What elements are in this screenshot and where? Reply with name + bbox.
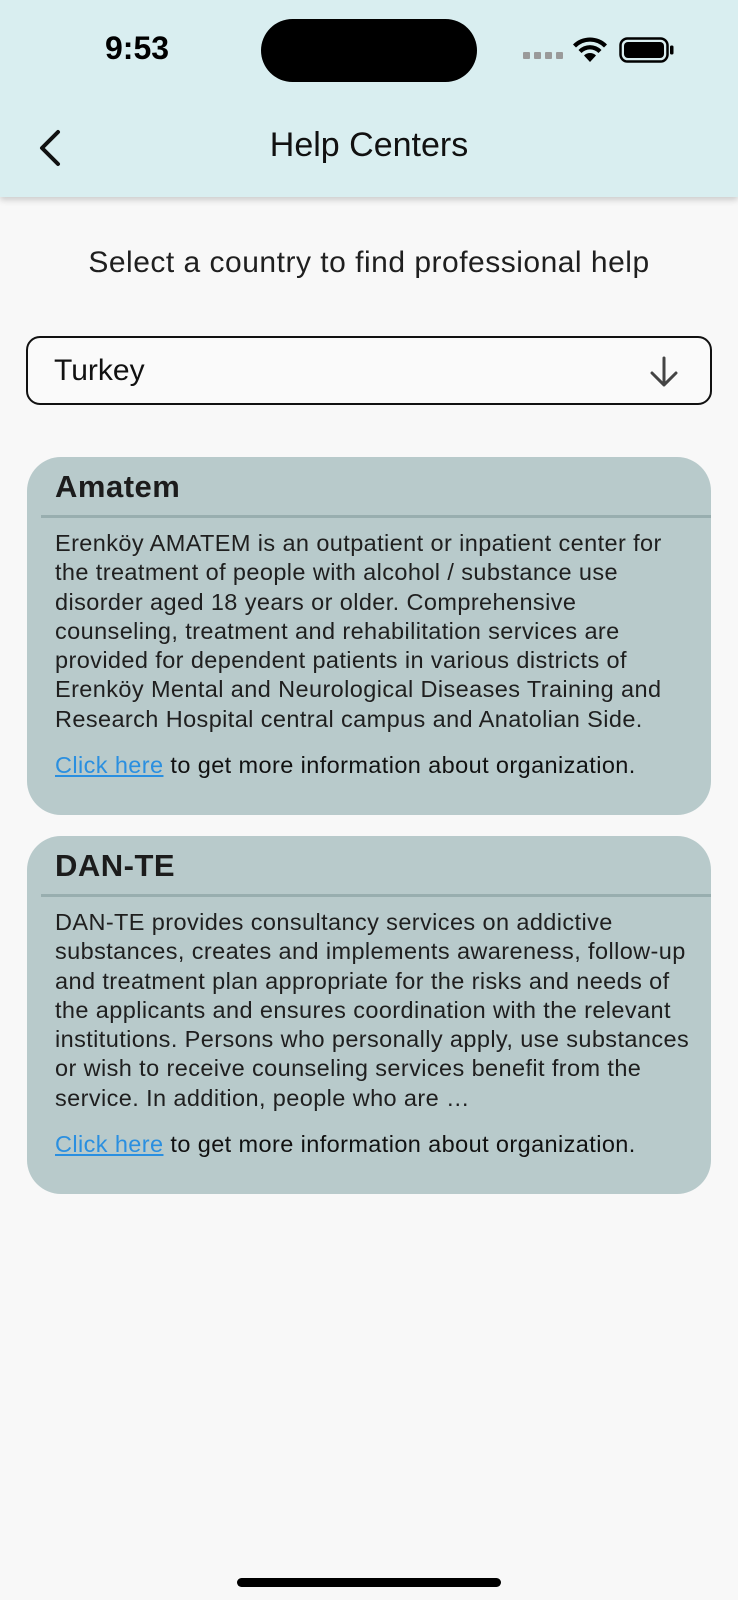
dynamic-island bbox=[261, 19, 477, 82]
help-center-card: DAN-TE DAN-TE provides consultancy servi… bbox=[27, 836, 711, 1194]
arrow-down-icon bbox=[650, 356, 678, 387]
card-divider bbox=[41, 515, 711, 518]
help-center-description: Erenköy AMATEM is an outpatient or inpat… bbox=[55, 530, 662, 732]
more-info-text: to get more information about organizati… bbox=[163, 752, 636, 778]
cellular-signal-icon bbox=[523, 52, 563, 59]
help-center-card: Amatem Erenköy AMATEM is an outpatient o… bbox=[27, 457, 711, 815]
instruction-text: Select a country to find professional he… bbox=[88, 246, 650, 279]
wifi-icon bbox=[573, 37, 607, 62]
more-info-line: Click here to get more information about… bbox=[55, 752, 705, 779]
more-info-link[interactable]: Click here bbox=[55, 752, 163, 778]
selected-country: Turkey bbox=[54, 353, 145, 387]
help-centers-screen: 9:53 Help Centers Select a country to fi… bbox=[0, 0, 738, 1600]
app-bar: 9:53 Help Centers bbox=[0, 0, 738, 197]
help-center-description: DAN-TE provides consultancy services on … bbox=[55, 909, 690, 1111]
more-info-line: Click here to get more information about… bbox=[55, 1131, 705, 1158]
more-info-link[interactable]: Click here bbox=[55, 1131, 163, 1157]
card-divider bbox=[41, 894, 711, 897]
home-indicator bbox=[237, 1578, 501, 1587]
status-time: 9:53 bbox=[105, 30, 170, 66]
country-dropdown[interactable]: Turkey bbox=[26, 336, 712, 405]
help-center-name: Amatem bbox=[55, 469, 181, 504]
page-title: Help Centers bbox=[269, 126, 469, 164]
help-center-name: DAN-TE bbox=[55, 848, 176, 883]
more-info-text: to get more information about organizati… bbox=[163, 1131, 636, 1157]
battery-icon bbox=[619, 37, 674, 63]
